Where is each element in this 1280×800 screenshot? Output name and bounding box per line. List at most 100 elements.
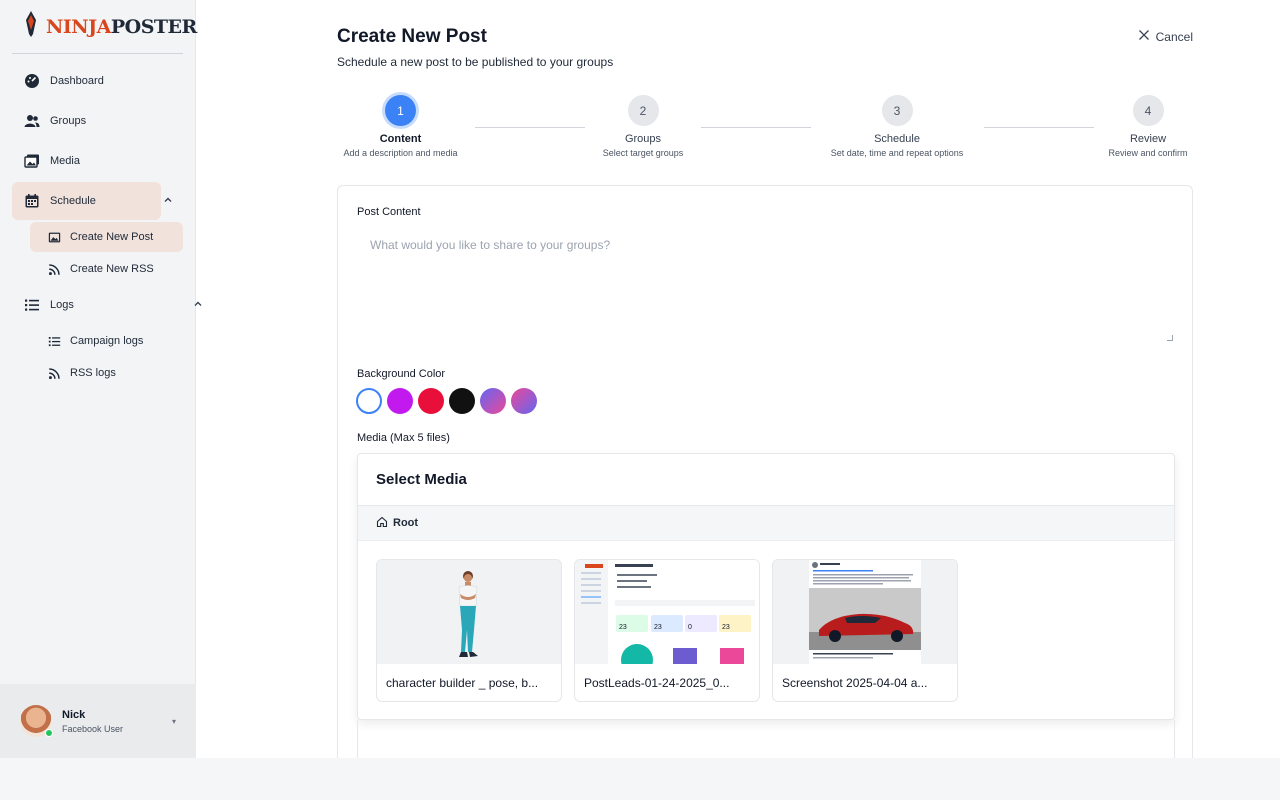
user-info: Nick Facebook User [62, 709, 123, 734]
sidebar-subitem-rss-logs[interactable]: RSS logs [30, 358, 183, 388]
sidebar-item-label: Schedule [50, 195, 96, 207]
sidebar-subitem-create-new-rss[interactable]: Create New RSS [30, 254, 183, 284]
step-label: Schedule [874, 133, 920, 145]
cancel-button[interactable]: Cancel [1138, 29, 1193, 44]
sidebar-item-dashboard[interactable]: Dashboard [12, 62, 183, 100]
step-description: Review and confirm [1108, 148, 1188, 158]
sidebar-item-groups[interactable]: Groups [12, 102, 183, 140]
breadcrumb: Root [358, 506, 1174, 541]
svg-text:23: 23 [722, 624, 730, 631]
breadcrumb-root[interactable]: Root [393, 517, 418, 529]
brand-logo[interactable]: NINJAPOSTER [12, 0, 197, 54]
step-label: Review [1129, 133, 1167, 145]
media-thumbnail: 23 23 0 23 [575, 560, 759, 664]
step-number: 1 [385, 95, 416, 126]
image-icon [46, 229, 62, 245]
step-connector [475, 127, 585, 128]
list-icon [24, 297, 40, 313]
color-swatch[interactable] [511, 388, 537, 414]
main-content: Create New Post Schedule a new post to b… [196, 0, 1280, 785]
color-swatch[interactable] [418, 388, 444, 414]
users-icon [24, 113, 40, 129]
media-thumbnail [773, 560, 957, 664]
step-label: Content [379, 133, 422, 145]
media-file-name: character builder _ pose, b... [386, 676, 539, 690]
step-schedule[interactable]: 3 Schedule Set date, time and repeat opt… [821, 95, 973, 158]
media-upload-area [357, 720, 1175, 760]
color-swatch[interactable] [356, 388, 382, 414]
step-description: Add a description and media [343, 148, 458, 158]
sidebar-item-label: Groups [50, 115, 87, 127]
sidebar-subitem-create-new-post[interactable]: Create New Post [30, 222, 183, 252]
rss-icon [46, 261, 62, 277]
post-form-card: Post Content What would you like to shar… [337, 185, 1193, 785]
calendar-icon [24, 193, 40, 209]
page-subtitle: Schedule a new post to be published to y… [337, 55, 614, 69]
step-number: 2 [627, 95, 659, 126]
sidebar-item-schedule[interactable]: Schedule [12, 182, 172, 220]
images-icon [24, 153, 40, 169]
sidebar-subitem-label: Campaign logs [70, 335, 144, 347]
svg-text:0: 0 [688, 624, 692, 631]
step-description: Select target groups [602, 148, 684, 158]
color-swatch[interactable] [387, 388, 413, 414]
media-file-name: Screenshot 2025-04-04 a... [782, 676, 928, 690]
cancel-label: Cancel [1155, 29, 1193, 44]
step-connector [984, 127, 1094, 128]
step-content[interactable]: 1 Content Add a description and media [337, 95, 464, 158]
media-thumbnail [377, 560, 561, 664]
background-color-label: Background Color [357, 368, 446, 380]
chevron-down-icon: ▾ [171, 716, 176, 726]
post-content-placeholder: What would you like to share to your gro… [370, 238, 611, 252]
media-picker-title: Select Media [358, 454, 1174, 506]
avatar [20, 705, 53, 737]
sidebar-item-media[interactable]: Media [12, 142, 183, 180]
chevron-up-icon[interactable] [163, 195, 173, 208]
sidebar-item-label: Media [50, 155, 80, 167]
ninja-logo-icon [24, 10, 38, 43]
user-role: Facebook User [62, 723, 124, 734]
step-connector [701, 127, 811, 128]
app-window: NINJAPOSTER Dashboard Groups Media Sched… [0, 0, 1280, 785]
step-description: Set date, time and repeat options [830, 148, 964, 158]
step-number: 3 [881, 95, 913, 126]
home-icon [376, 516, 388, 531]
brand-name: NINJAPOSTER [46, 15, 197, 38]
page-bottom-background [0, 758, 1280, 800]
svg-text:23: 23 [619, 624, 627, 631]
sidebar-item-logs[interactable]: Logs [12, 286, 202, 324]
media-file-card[interactable]: 23 23 0 23 PostLeads-01-24-2025_0... [574, 559, 760, 702]
media-file-name: PostLeads-01-24-2025_0... [584, 676, 730, 690]
background-color-picker [356, 388, 537, 414]
page-title: Create New Post [337, 26, 487, 47]
post-content-textarea[interactable]: What would you like to share to your gro… [357, 228, 1175, 343]
media-picker: Select Media Root character builder _ po… [357, 453, 1175, 720]
sidebar-item-label: Logs [50, 299, 74, 311]
media-label: Media (Max 5 files) [357, 432, 450, 444]
sidebar-nav: Dashboard Groups Media Schedule Create N… [0, 54, 202, 396]
user-name: Nick [62, 708, 86, 721]
step-groups[interactable]: 2 Groups Select target groups [594, 95, 692, 158]
list-icon [46, 333, 62, 349]
media-file-card[interactable]: character builder _ pose, b... [376, 559, 562, 702]
user-menu[interactable]: Nick Facebook User ▾ [0, 684, 196, 758]
progress-stepper: 1 Content Add a description and media 2 … [337, 95, 1193, 165]
sidebar-subitem-label: RSS logs [70, 367, 116, 379]
color-swatch[interactable] [449, 388, 475, 414]
sidebar-subitem-label: Create New RSS [70, 263, 154, 275]
rss-icon [46, 365, 62, 381]
online-status-indicator [45, 729, 53, 737]
sidebar-subitem-label: Create New Post [70, 231, 154, 243]
media-file-grid: character builder _ pose, b... 23 23 0 2… [358, 541, 1174, 720]
step-review[interactable]: 4 Review Review and confirm [1103, 95, 1193, 158]
sidebar-subitem-campaign-logs[interactable]: Campaign logs [30, 326, 183, 356]
svg-text:23: 23 [654, 624, 662, 631]
post-content-label: Post Content [357, 206, 421, 218]
sidebar-item-label: Dashboard [50, 75, 104, 87]
media-file-card[interactable]: Screenshot 2025-04-04 a... [772, 559, 958, 702]
dashboard-icon [24, 73, 40, 89]
sidebar: NINJAPOSTER Dashboard Groups Media Sched… [0, 0, 202, 758]
color-swatch[interactable] [480, 388, 506, 414]
step-label: Groups [624, 133, 662, 145]
resize-handle-icon[interactable] [1167, 335, 1173, 341]
